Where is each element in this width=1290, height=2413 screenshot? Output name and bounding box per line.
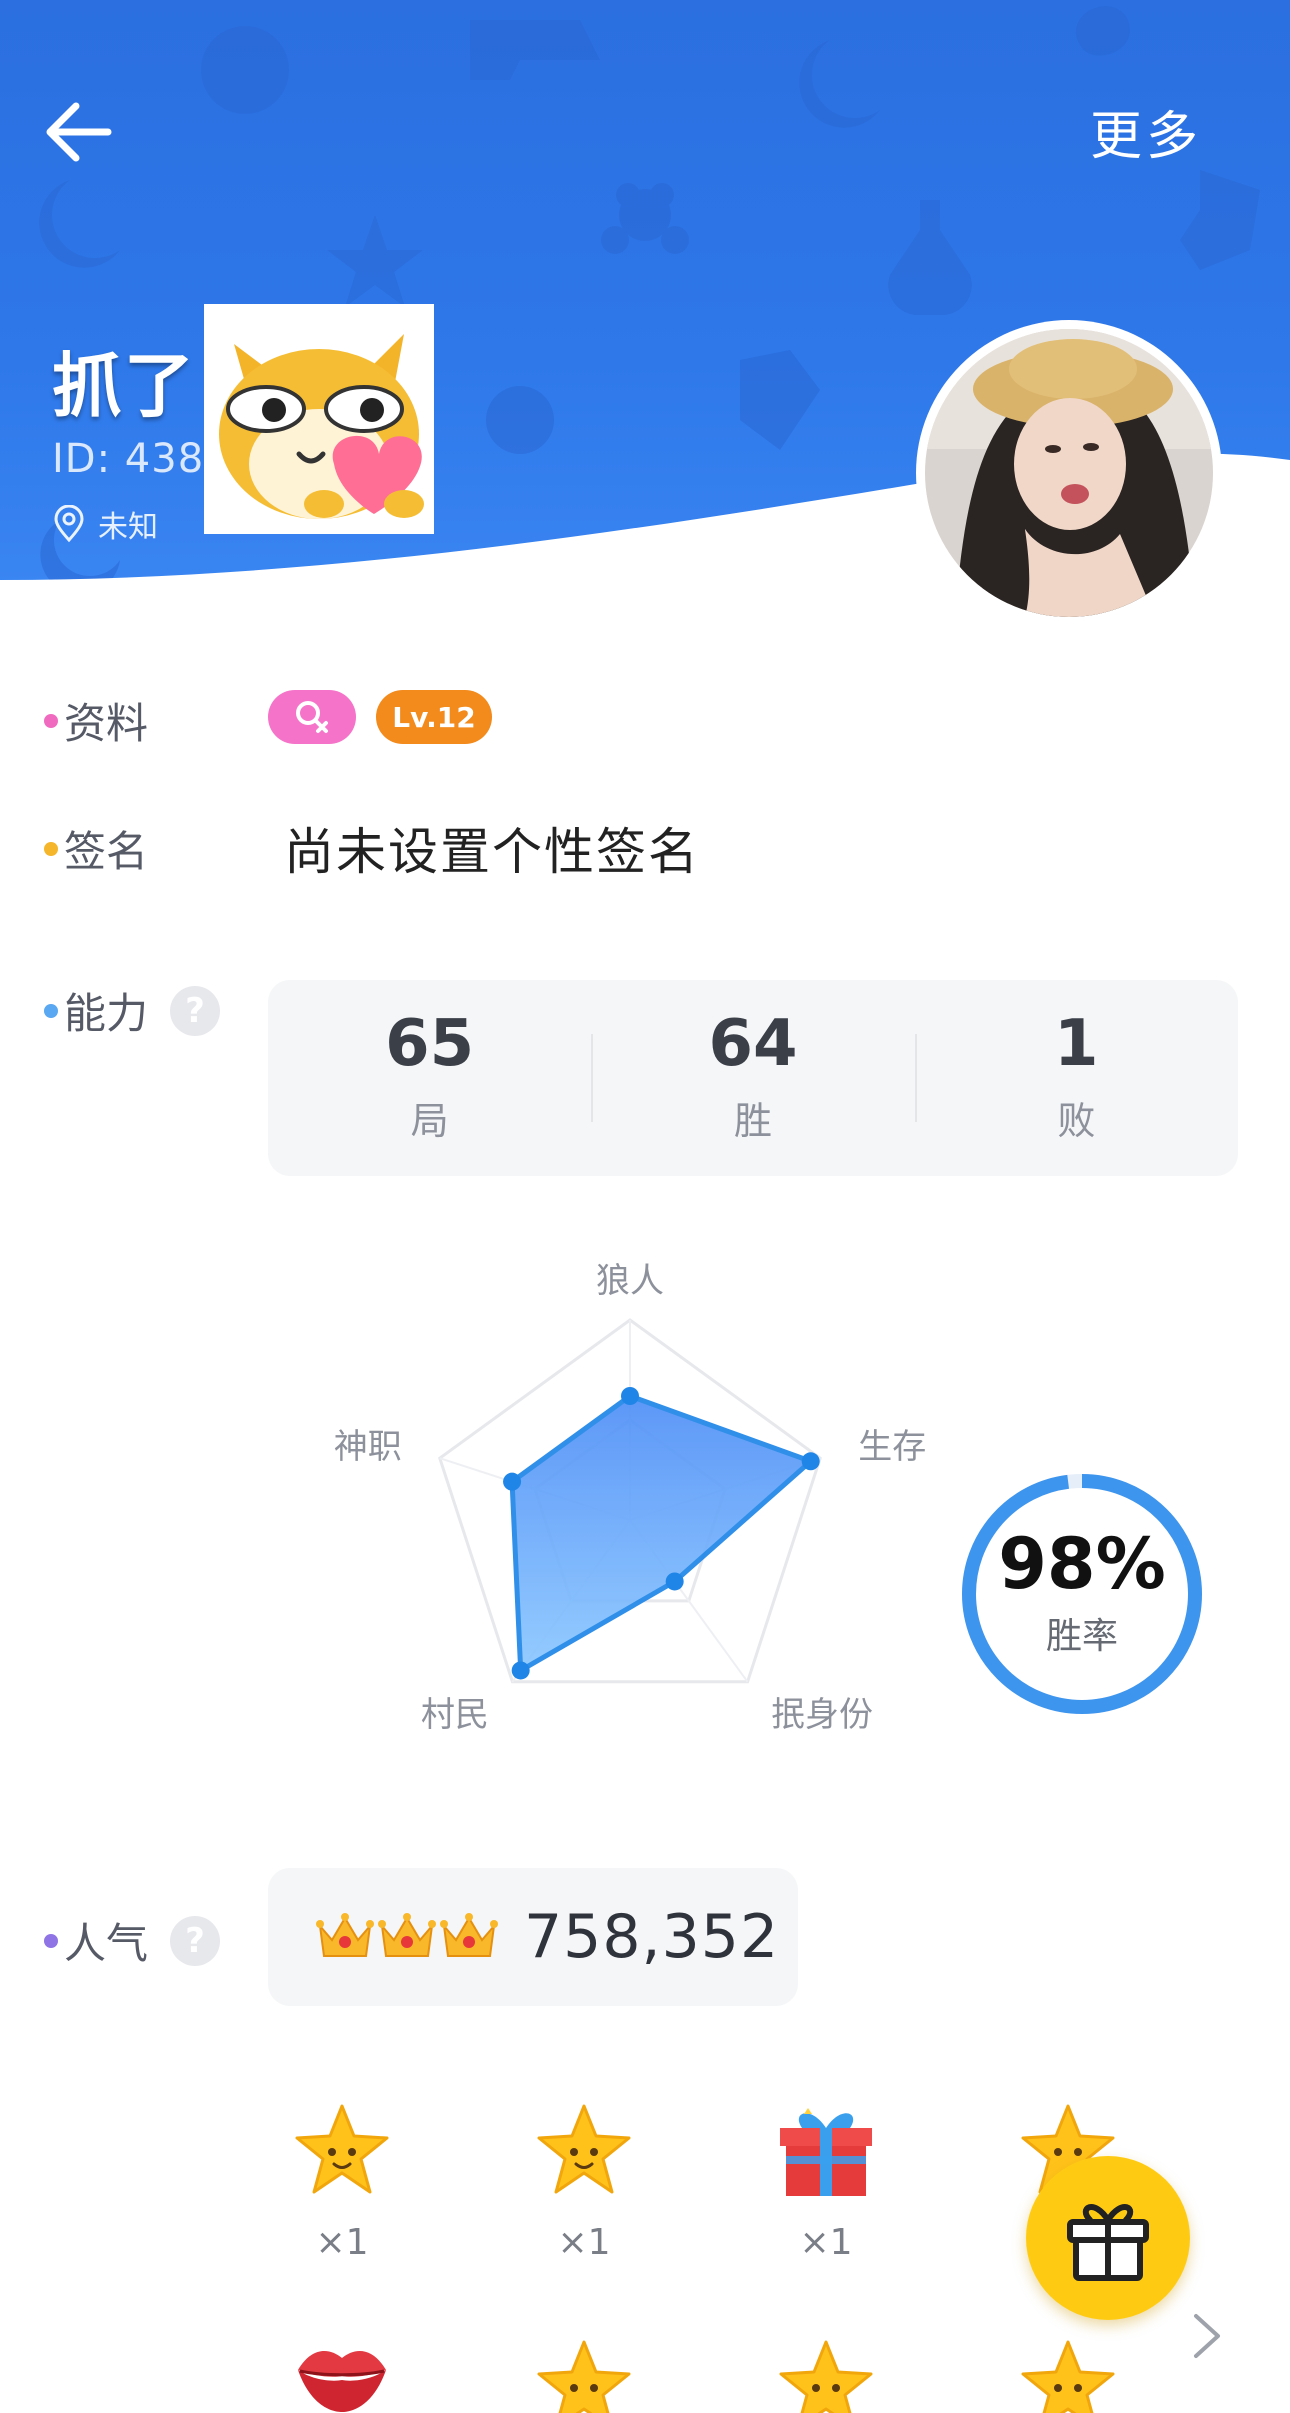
radar-point	[503, 1472, 522, 1491]
avatar-photo	[925, 329, 1213, 617]
ability-dot	[44, 1003, 58, 1018]
ability-row-label: 能力 ?	[44, 980, 221, 1041]
profile-page: 更多 抓了 ID: 438 未知 资料 Lv.12 签名 尚未设置个性签名 能力…	[0, 0, 1290, 2413]
stat-games-value: 65	[385, 1006, 475, 1081]
gift-box-icon	[780, 2108, 872, 2196]
gift-count: ×1	[557, 2222, 611, 2263]
win-rate: 98% 胜率	[954, 1466, 1210, 1722]
chevron-right-icon[interactable]	[1184, 2308, 1230, 2364]
stat-games-label: 局	[410, 1098, 449, 1143]
back-button[interactable]	[38, 92, 118, 172]
gift-item[interactable]	[988, 2336, 1148, 2413]
stat-wins-value: 64	[708, 1006, 798, 1081]
star-gift-icon	[537, 2340, 631, 2413]
stat-games: 65 局	[268, 980, 591, 1176]
win-rate-value: 98%	[998, 1523, 1166, 1605]
nickname: 抓了	[52, 345, 196, 427]
popularity-card: 758,352	[268, 1868, 798, 2006]
profile-row-label: 资料	[44, 690, 148, 751]
send-gift-button[interactable]	[1026, 2156, 1190, 2320]
radar-axis-label: 狼人	[596, 1261, 664, 1301]
signature-row-label: 签名	[44, 818, 148, 879]
radar-point	[665, 1572, 684, 1591]
avatar[interactable]	[916, 320, 1222, 626]
star-gift-icon	[1021, 2340, 1115, 2413]
gift-icon	[1067, 2204, 1149, 2281]
gift-item[interactable]: ×1	[262, 2100, 422, 2263]
gift-item[interactable]: ×1	[746, 2100, 906, 2263]
more-button[interactable]: 更多	[1090, 94, 1202, 169]
gender-badge	[268, 690, 356, 744]
profile-label: 资料	[64, 699, 149, 748]
stat-wins: 64 胜	[591, 980, 914, 1176]
radar-point	[801, 1452, 820, 1471]
star-gift-icon	[295, 2104, 389, 2194]
location-text: 未知	[98, 510, 158, 545]
lips-gift-icon	[298, 2350, 386, 2412]
female-icon	[296, 701, 328, 733]
radar-point	[511, 1661, 530, 1680]
profile-dot	[44, 713, 58, 728]
ability-help-icon[interactable]: ?	[170, 985, 221, 1036]
popularity-label: 人气	[64, 1919, 149, 1968]
user-id: ID: 438	[52, 436, 205, 482]
arrow-left-icon	[46, 102, 112, 162]
radar-axis-label: 神职	[334, 1427, 402, 1467]
ability-radar-chart: 狼人生存抿身份 村民 神职	[320, 1220, 940, 1760]
location-pin-icon	[54, 505, 84, 543]
radar-axis-label: 村民	[421, 1695, 489, 1735]
gift-item[interactable]	[746, 2336, 906, 2413]
gift-count: ×1	[315, 2222, 369, 2263]
gift-count: ×1	[799, 2222, 853, 2263]
radar-axis-label: 生存	[858, 1427, 926, 1467]
gift-item[interactable]: ×1	[504, 2100, 664, 2263]
signature-dot	[44, 841, 58, 856]
radar-axis-label: 抿身份	[771, 1695, 873, 1735]
signature-label: 签名	[64, 827, 149, 876]
ability-label: 能力	[64, 989, 149, 1038]
radar-point	[621, 1387, 639, 1405]
popularity-dot	[44, 1933, 58, 1948]
crowns	[316, 1912, 502, 1962]
crown-icon	[378, 1913, 436, 1957]
win-rate-label: 胜率	[1045, 1616, 1118, 1657]
shiba-heart-sticker	[204, 304, 434, 534]
signature-text: 尚未设置个性签名	[284, 823, 700, 881]
ability-stats-card: 65 局 64 胜 1 败	[268, 980, 1238, 1176]
level-badge: Lv.12	[376, 690, 492, 744]
popularity-help-icon[interactable]: ?	[170, 1915, 221, 1966]
stat-losses: 1 败	[914, 980, 1238, 1176]
stat-wins-label: 胜	[733, 1098, 772, 1143]
crown-icon	[440, 1913, 498, 1957]
gift-item[interactable]	[504, 2336, 664, 2413]
location: 未知	[52, 502, 158, 546]
stat-losses-value: 1	[1054, 1006, 1099, 1081]
crown-icon	[316, 1913, 374, 1957]
star-gift-icon	[537, 2104, 631, 2194]
star-gift-icon	[779, 2340, 873, 2413]
popularity-row-label: 人气 ?	[44, 1910, 221, 1971]
popularity-value: 758,352	[524, 1902, 780, 1972]
gift-item[interactable]	[262, 2336, 422, 2413]
stat-losses-label: 败	[1057, 1098, 1096, 1143]
